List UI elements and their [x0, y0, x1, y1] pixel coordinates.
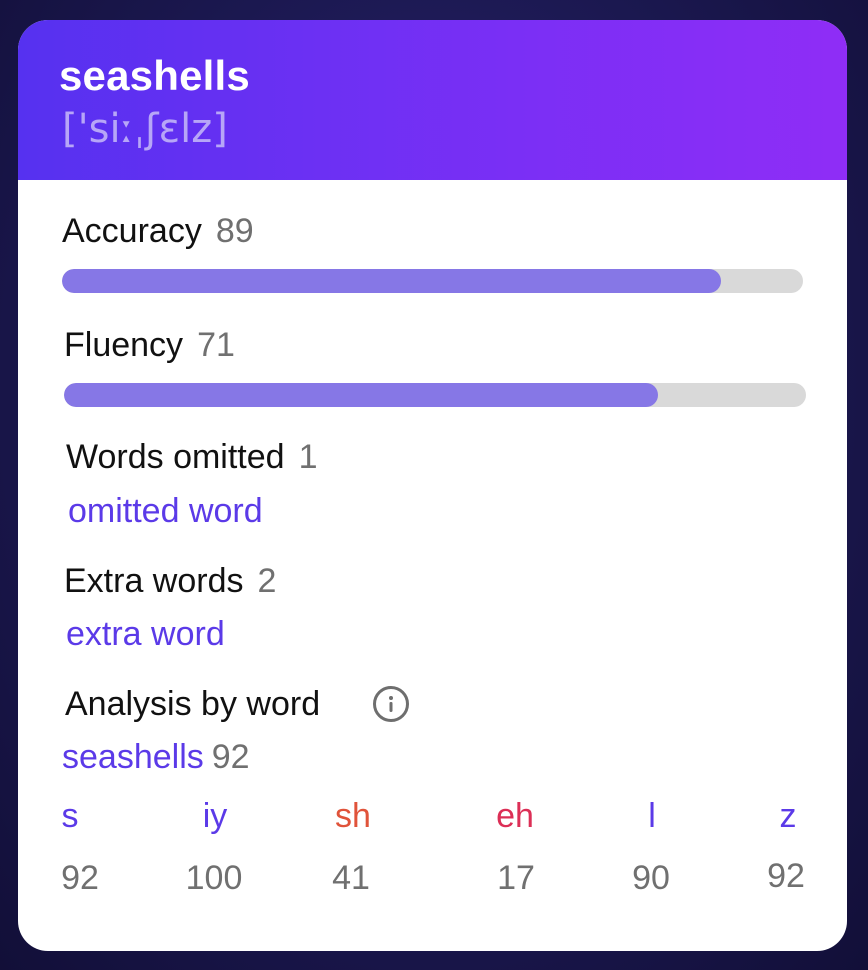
phoneme-symbol: iy	[202, 797, 228, 835]
analysis-word[interactable]: seashells	[62, 738, 204, 776]
phoneme-symbol: sh	[335, 797, 371, 835]
fluency-row: Fluency 71	[64, 326, 235, 365]
extra-word-link[interactable]: extra word	[66, 615, 225, 654]
omitted-word-link[interactable]: omitted word	[68, 492, 263, 531]
fluency-score: 71	[197, 326, 235, 364]
fluency-bar-fill	[64, 383, 658, 407]
words-omitted-count: 1	[298, 438, 318, 476]
phoneme-score: 41	[332, 859, 370, 897]
accuracy-label: Accuracy	[62, 212, 202, 250]
phoneme-score: 92	[61, 859, 99, 897]
phoneme-symbol: eh	[496, 797, 534, 835]
accuracy-row: Accuracy 89	[62, 212, 254, 251]
phoneme-symbol: z	[779, 797, 797, 835]
words-omitted-label: Words omitted	[66, 438, 285, 476]
phonetic-transcription: ['siːˌʃɛlz]	[62, 106, 228, 152]
phoneme-score: 90	[632, 859, 670, 897]
phoneme-score: 17	[497, 859, 535, 897]
accuracy-bar-fill	[62, 269, 722, 293]
fluency-bar	[64, 383, 806, 407]
info-icon[interactable]	[373, 686, 409, 722]
phoneme-score: 92	[767, 857, 805, 895]
accuracy-score: 89	[215, 212, 254, 250]
pronunciation-result-card: seashells ['siːˌʃɛlz] Accuracy 89 Fluency…	[18, 20, 847, 951]
phoneme-symbol: s	[61, 797, 79, 835]
phoneme-symbol: l	[648, 797, 656, 835]
fluency-label: Fluency	[64, 326, 184, 364]
analysis-word-score: 92	[211, 738, 250, 776]
word-title: seashells	[59, 52, 250, 99]
extra-words-row: Extra words 2	[64, 562, 276, 601]
analysis-by-word-label: Analysis by word	[65, 685, 321, 723]
phoneme-score: 100	[185, 859, 243, 897]
extra-words-label: Extra words	[64, 562, 244, 600]
words-omitted-row: Words omitted 1	[66, 438, 317, 477]
analysis-word-row: seashells 92	[62, 738, 250, 777]
extra-words-count: 2	[257, 562, 277, 600]
accuracy-bar	[62, 269, 803, 293]
card-header: seashells ['siːˌʃɛlz]	[18, 20, 847, 180]
